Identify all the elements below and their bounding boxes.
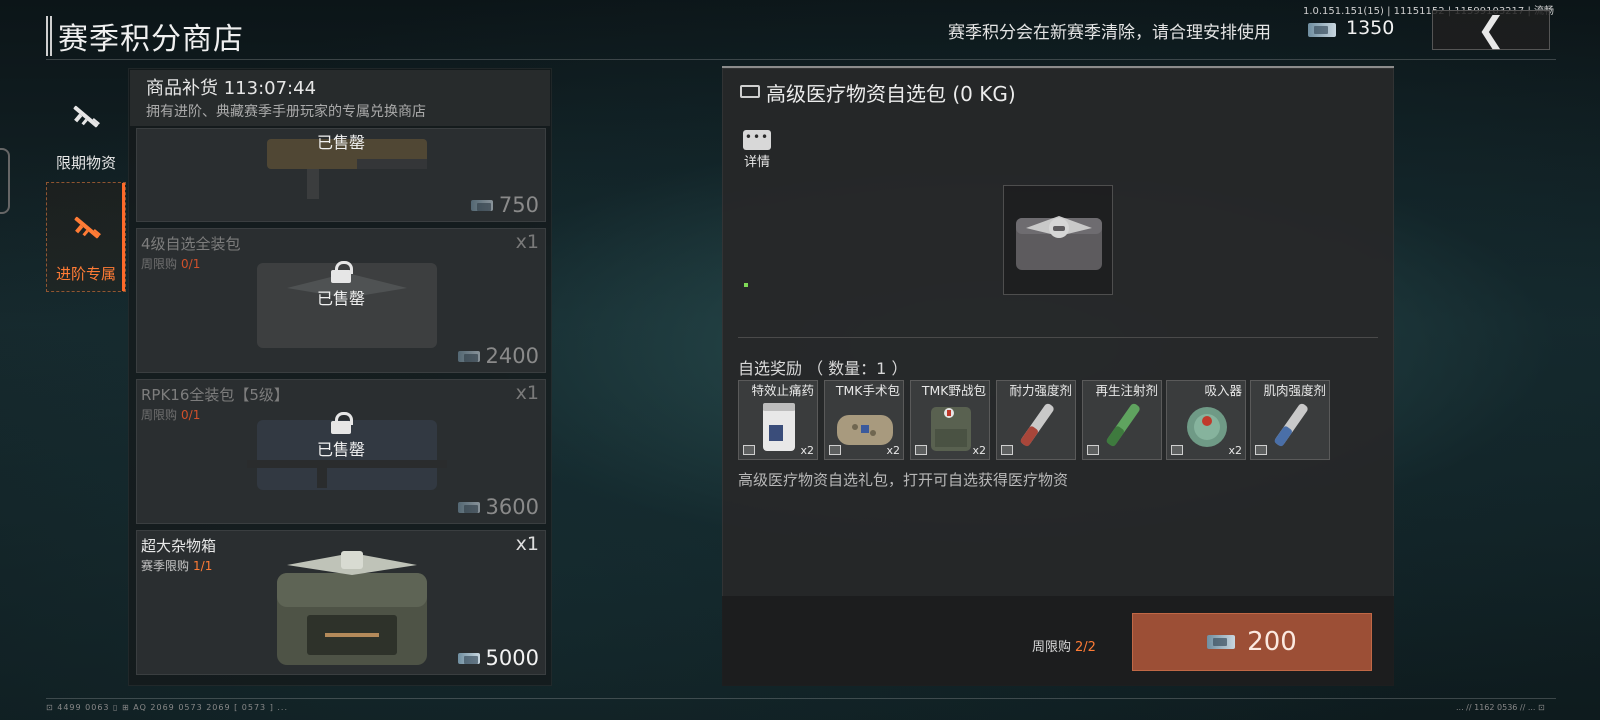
rifle-icon <box>74 216 101 239</box>
weekly-limit: 周限购 2/2 <box>1032 640 1096 655</box>
box-icon <box>1171 445 1183 455</box>
box-icon <box>1001 445 1013 455</box>
storage-case-image <box>277 551 427 665</box>
info-bubble-icon: ••• <box>743 130 771 150</box>
back-button[interactable]: ❮ <box>1432 10 1550 50</box>
reward-item[interactable]: 肌肉强度剂 <box>1250 380 1330 460</box>
item-price: 750 <box>470 193 539 217</box>
sold-out-label: 已售罄 <box>316 440 365 459</box>
sold-out-label: 已售罄 <box>316 133 365 152</box>
box-icon <box>743 445 755 455</box>
left-edge-tab[interactable] <box>0 148 10 214</box>
rewards-title: 自选奖励 （ 数量：1 ） <box>738 359 908 378</box>
reward-item[interactable]: TMK野战包 x2 <box>910 380 990 460</box>
shop-item-card[interactable]: 已售罄 750 <box>136 128 546 222</box>
season-points-icon <box>470 199 493 211</box>
lock-icon <box>330 261 353 283</box>
item-quantity: x1 <box>515 533 539 555</box>
nav-label: 进阶专属 <box>55 265 116 283</box>
reward-count: x2 <box>972 444 986 457</box>
item-name: 超大杂物箱 <box>141 537 217 555</box>
reward-count: x2 <box>886 444 900 457</box>
chevron-left-icon: ❮ <box>1476 10 1506 50</box>
item-price: 2400 <box>457 344 539 368</box>
status-indicator <box>744 283 748 287</box>
reward-name: 肌肉强度剂 <box>1263 383 1326 398</box>
item-name: 4级自选全装包 <box>141 235 241 253</box>
page-title: 赛季积分商店 <box>58 22 244 57</box>
box-icon <box>1087 445 1099 455</box>
item-price: 5000 <box>457 646 539 670</box>
item-preview <box>1003 185 1113 295</box>
box-icon <box>1255 445 1267 455</box>
nav-advanced-exclusive[interactable]: 进阶专属 <box>46 182 126 292</box>
season-notice: 赛季积分会在新赛季清除，请合理安排使用 <box>948 23 1271 43</box>
reward-name: 特效止痛药 <box>751 383 814 398</box>
season-points-icon <box>1308 23 1336 37</box>
reward-item[interactable]: TMK手术包 x2 <box>824 380 904 460</box>
season-points-icon <box>457 652 480 664</box>
shop-item-card[interactable]: 4级自选全装包 周限购 0/1 x1 已售罄 2400 <box>136 228 546 373</box>
reward-name: 吸入器 <box>1204 383 1242 398</box>
detail-title: 高级医疗物资自选包 (0 KG) <box>766 82 1016 106</box>
reward-name: TMK手术包 <box>835 383 900 398</box>
reward-count: x2 <box>1228 444 1242 457</box>
reward-name: 耐力强度剂 <box>1009 383 1072 398</box>
reward-item[interactable]: 吸入器 x2 <box>1166 380 1246 460</box>
season-points-balance: 1350 <box>1346 17 1395 39</box>
details-label: 详情 <box>743 155 770 170</box>
nav-limited-supplies[interactable]: 限期物资 <box>46 72 126 182</box>
item-price: 3600 <box>457 495 539 519</box>
restock-timer: 商品补货 113:07:44 <box>146 78 317 99</box>
sold-out-label: 已售罄 <box>316 289 365 308</box>
season-points-icon <box>457 501 480 513</box>
shop-item-card[interactable]: RPK16全装包【5级】 周限购 0/1 x1 已售罄 3600 <box>136 379 546 524</box>
reward-item[interactable]: 特效止痛药 x2 <box>738 380 818 460</box>
hud-readout-left: ⊡ 4499 0063 ▯ ⊞ AQ 2069 0573 2069 [ 0573… <box>46 703 288 712</box>
item-quantity: x1 <box>515 382 539 404</box>
restock-subtitle: 拥有进阶、典藏赛季手册玩家的专属兑换商店 <box>146 104 426 120</box>
hud-readout-right: ... // 1162 0536 // ... ⊡ <box>1456 703 1545 712</box>
title-accent-bar <box>46 16 52 56</box>
item-quantity: x1 <box>515 231 539 253</box>
season-points-icon <box>1207 635 1236 649</box>
reward-name: 再生注射剂 <box>1095 383 1158 398</box>
reward-item[interactable]: 再生注射剂 <box>1082 380 1162 460</box>
buy-price: 200 <box>1247 627 1297 657</box>
footer-divider <box>46 698 1556 699</box>
box-icon <box>915 445 927 455</box>
item-limit: 赛季限购 1/1 <box>141 559 213 573</box>
reward-count: x2 <box>800 444 814 457</box>
medical-case-image <box>1016 216 1102 270</box>
item-name: RPK16全装包【5级】 <box>141 386 289 404</box>
reward-item[interactable]: 耐力强度剂 <box>996 380 1076 460</box>
buy-button[interactable]: 200 <box>1132 613 1372 671</box>
season-points-icon <box>457 350 480 362</box>
header-divider <box>46 59 1556 60</box>
shop-item-card[interactable]: 超大杂物箱 赛季限购 1/1 x1 5000 <box>136 530 546 675</box>
detail-description: 高级医疗物资自选礼包，打开可自选获得医疗物资 <box>738 471 1069 489</box>
detail-divider <box>738 337 1378 338</box>
package-icon <box>740 85 760 98</box>
box-icon <box>829 445 841 455</box>
details-button[interactable]: ••• 详情 <box>742 130 772 170</box>
rifle-icon <box>73 105 100 128</box>
detail-top-border <box>722 66 1394 68</box>
lock-icon <box>330 412 353 434</box>
nav-label: 限期物资 <box>55 154 116 172</box>
reward-name: TMK野战包 <box>921 383 986 398</box>
